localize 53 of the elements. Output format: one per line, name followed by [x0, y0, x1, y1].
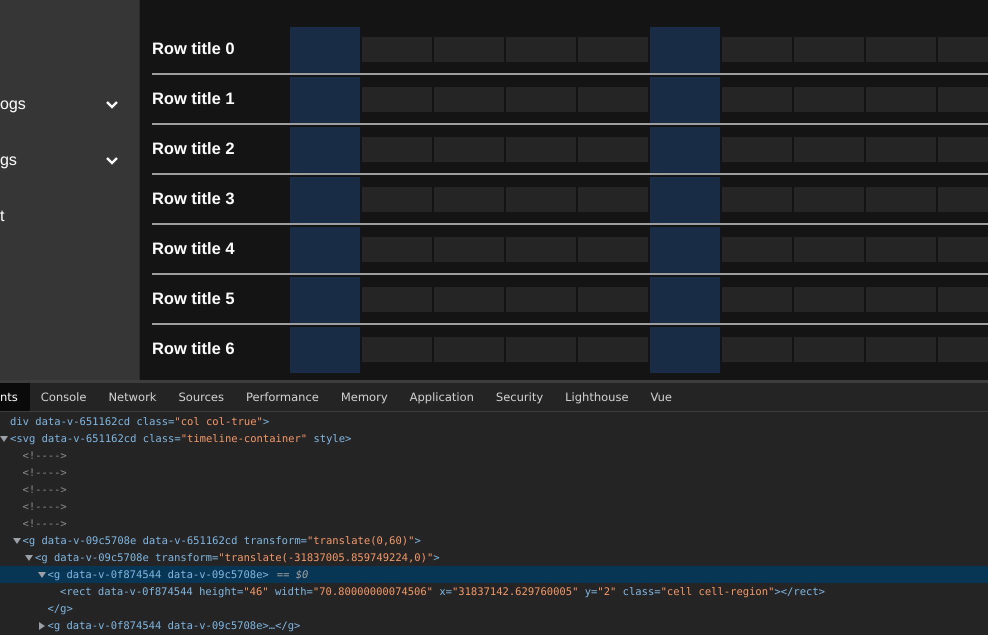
row-title: Row title 5 — [152, 290, 236, 308]
devtools-tab[interactable]: nts — [0, 383, 30, 411]
row-title: Row title 0 — [152, 40, 236, 58]
code-line[interactable]: <!----> — [22, 484, 67, 496]
sidebar-item[interactable]: ogs — [0, 77, 139, 133]
triangle-down-icon[interactable] — [0, 434, 8, 442]
code-line[interactable]: <g data-v-09c5708e data-v-651162cd transform="translate(0,60)"> — [22, 534, 421, 546]
region-cell — [290, 77, 360, 123]
region-cell — [650, 177, 720, 223]
devtools-tab[interactable]: Performance — [234, 383, 330, 411]
devtools-tab[interactable]: Lighthouse — [554, 383, 640, 411]
code-line[interactable]: <g data-v-09c5708e transform="translate(-31837005.859749224,0)"> — [35, 552, 440, 564]
region-cell — [650, 327, 720, 373]
code-line[interactable]: <!----> — [22, 466, 67, 478]
code-line[interactable]: <svg data-v-651162cd class="timeline-container" style> — [10, 432, 352, 444]
region-cell — [650, 227, 720, 273]
code-line[interactable]: <!----> — [22, 518, 67, 530]
row-title: Row title 4 — [152, 240, 236, 258]
devtools-tab[interactable]: Security — [484, 383, 554, 411]
region-cell — [290, 177, 360, 223]
code-line[interactable]: <!----> — [22, 500, 67, 512]
region-cell — [650, 277, 720, 323]
devtools-tab[interactable]: Console — [30, 383, 98, 411]
sidebar-item[interactable]: t — [0, 189, 139, 245]
devtools-tab[interactable]: Application — [398, 383, 485, 411]
code-line[interactable]: <g data-v-0f874544 data-v-09c5708e> — [48, 568, 269, 580]
region-cell — [290, 227, 360, 273]
region-cell — [650, 127, 720, 173]
region-cell — [650, 77, 720, 123]
code-line[interactable]: div data-v-651162cd class="col col-true"> — [10, 416, 270, 428]
region-cell — [650, 27, 720, 73]
devtools-tab[interactable]: Network — [97, 383, 168, 411]
code-line[interactable]: </g> — [48, 602, 73, 614]
devtools-tab[interactable]: Memory — [330, 383, 399, 411]
row-title: Row title 1 — [152, 90, 236, 108]
sidebar-item[interactable]: gs — [0, 133, 139, 189]
devtools-tab[interactable]: Vue — [640, 383, 683, 411]
code-line[interactable]: <rect data-v-0f874544 height="46" width="70.80000000074506" x="31837142.629760005" y="2" class="cell cell-region"></rect> — [60, 586, 825, 598]
row-title: Row title 3 — [152, 190, 236, 208]
region-cell — [290, 327, 360, 373]
region-cell — [290, 27, 360, 73]
triangle-down-icon[interactable] — [25, 554, 33, 562]
row-title: Row title 6 — [152, 340, 236, 358]
code-line[interactable]: <g data-v-0f874544 data-v-09c5708e>…</g> — [48, 620, 300, 632]
triangle-down-icon[interactable] — [38, 570, 46, 578]
region-cell — [290, 127, 360, 173]
triangle-right-icon[interactable] — [38, 622, 46, 630]
region-cell — [290, 277, 360, 323]
triangle-down-icon[interactable] — [12, 536, 20, 544]
devtools-tab[interactable]: Sources — [167, 383, 235, 411]
selected-node-marker: == $0 — [276, 568, 308, 580]
row-title: Row title 2 — [152, 140, 236, 158]
code-line[interactable]: <!----> — [22, 450, 67, 462]
